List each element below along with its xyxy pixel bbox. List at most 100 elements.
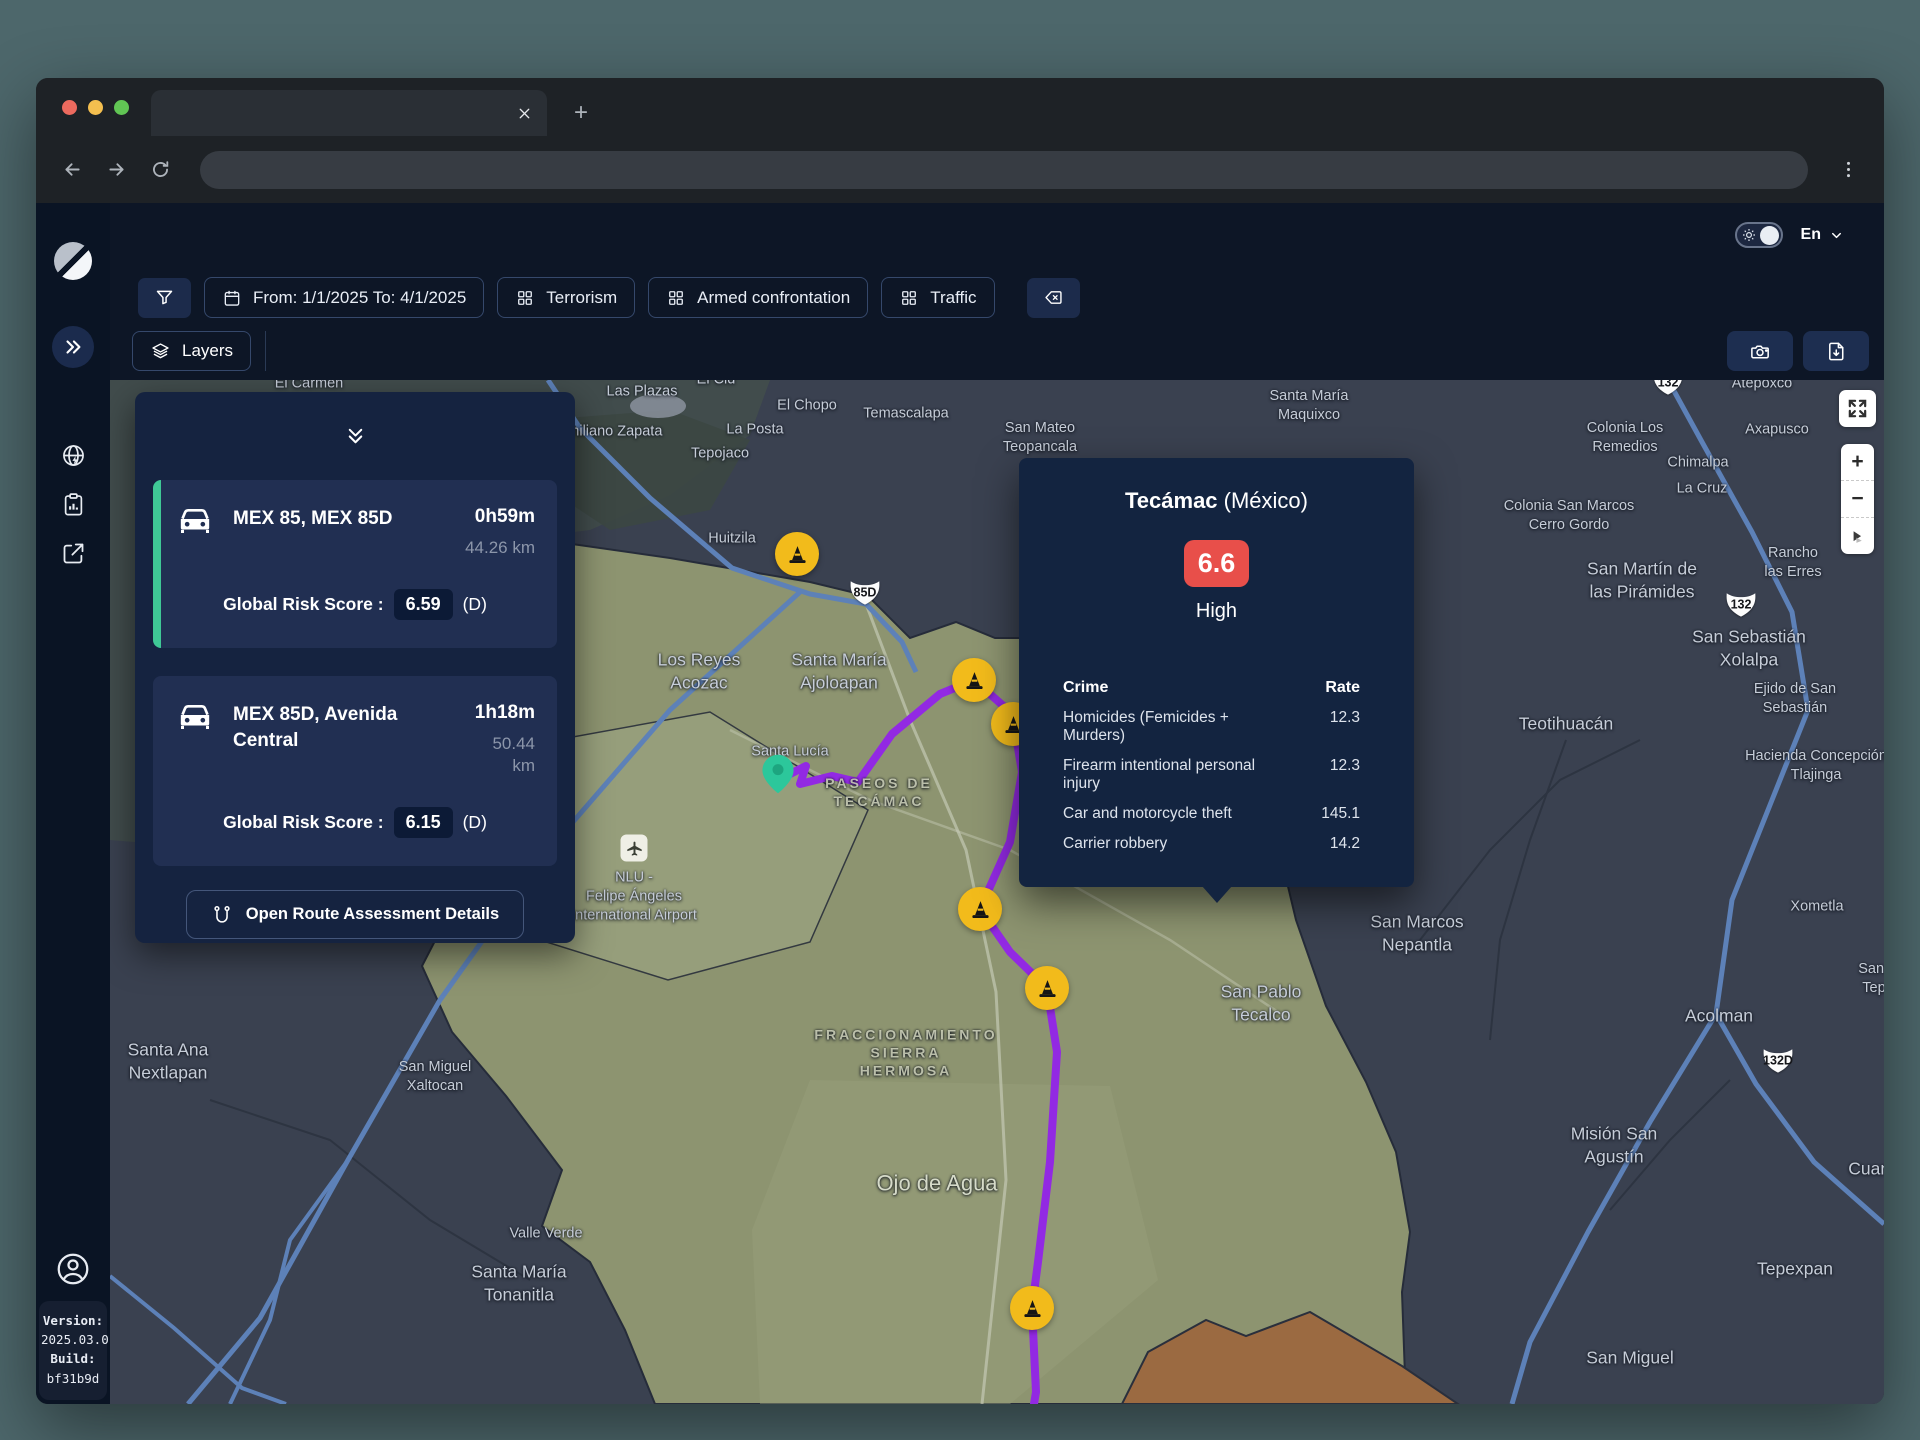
- route-card-selected[interactable]: MEX 85, MEX 85D 0h59m 44.26 km Global Ri…: [153, 480, 557, 648]
- app-sidebar: Version: 2025.03.0 Build: bf31b9d: [36, 203, 110, 1404]
- map-label: San Miguel: [1586, 1347, 1674, 1370]
- map-label: Tepojaco: [691, 445, 749, 464]
- popup-place-name: Tecámac: [1125, 488, 1218, 513]
- chip-label: Armed confrontation: [697, 288, 850, 308]
- layers-button[interactable]: Layers: [132, 331, 251, 371]
- chevron-down-icon: [1829, 228, 1844, 243]
- expand-sidebar-button[interactable]: [52, 326, 94, 368]
- airport-icon: [621, 835, 648, 862]
- zoom-out-button[interactable]: −: [1841, 480, 1874, 517]
- version-value: 2025.03.0: [41, 1332, 109, 1347]
- globe-bolt-icon: [60, 442, 87, 469]
- reload-button[interactable]: [142, 152, 178, 188]
- version-info: Version: 2025.03.0 Build: bf31b9d: [39, 1301, 107, 1401]
- traffic-incident-marker[interactable]: [958, 887, 1002, 931]
- crime-table-row: Car and motorcycle theft145.1: [1063, 805, 1360, 823]
- double-chevron-down-icon: [344, 425, 367, 448]
- traffic-incident-marker[interactable]: [775, 532, 819, 576]
- window-controls[interactable]: [62, 100, 129, 115]
- map-label: Misión San Agustín: [1571, 1122, 1658, 1168]
- map-label: Xometla: [1790, 898, 1843, 917]
- map-canvas[interactable]: El CarmenLas PlazasEl CidEl ChopoTemasca…: [110, 380, 1884, 1404]
- date-range-label: From: 1/1/2025 To: 4/1/2025: [253, 288, 466, 308]
- browser-tab[interactable]: [151, 90, 547, 136]
- sidebar-item-external-link[interactable]: [58, 538, 88, 568]
- selected-route-indicator: [153, 480, 161, 648]
- map-label: San Martín de las Pirámides: [1587, 557, 1697, 603]
- app-header: En: [110, 203, 1884, 267]
- url-field[interactable]: [200, 151, 1808, 189]
- origin-pin[interactable]: [756, 750, 800, 798]
- browser-window: + Vers: [36, 78, 1884, 1404]
- camera-icon: [1749, 340, 1772, 363]
- export-report-button[interactable]: [1803, 331, 1869, 371]
- date-range-chip[interactable]: From: 1/1/2025 To: 4/1/2025: [204, 277, 484, 318]
- zoom-in-button[interactable]: +: [1841, 444, 1874, 480]
- browser-menu-icon[interactable]: [1830, 152, 1866, 188]
- filter-chip-terrorism[interactable]: Terrorism: [497, 277, 635, 318]
- map-label: Ojo de Agua: [876, 1170, 997, 1199]
- map-label: Hacienda Concepción Tlajinga: [1745, 747, 1884, 785]
- risk-level-label: High: [1019, 600, 1414, 623]
- theme-toggle[interactable]: [1735, 222, 1783, 248]
- traffic-incident-marker[interactable]: [1010, 1286, 1054, 1330]
- route-distance: 44.26 km: [465, 537, 535, 559]
- screenshot-button[interactable]: [1727, 331, 1793, 371]
- traffic-incident-marker[interactable]: [952, 658, 996, 702]
- route-assessment-panel: MEX 85, MEX 85D 0h59m 44.26 km Global Ri…: [135, 392, 575, 943]
- highway-shield: 132: [1723, 590, 1759, 623]
- filter-toolbar: From: 1/1/2025 To: 4/1/2025 Terrorism Ar…: [110, 267, 1884, 328]
- traffic-incident-marker[interactable]: [1025, 966, 1069, 1010]
- account-button[interactable]: [55, 1251, 91, 1287]
- clear-filters-button[interactable]: [1027, 278, 1080, 318]
- map-label: Santa María Maquixco: [1270, 387, 1349, 425]
- forward-button[interactable]: [98, 152, 134, 188]
- file-download-icon: [1825, 340, 1848, 363]
- layers-label: Layers: [182, 341, 233, 361]
- back-button[interactable]: [54, 152, 90, 188]
- crime-table-row: Firearm intentional personal injury12.3: [1063, 757, 1360, 793]
- open-route-assessment-button[interactable]: Open Route Assessment Details: [186, 890, 524, 939]
- map-label: Acolman: [1685, 1005, 1753, 1028]
- collapse-panel-button[interactable]: [135, 392, 575, 480]
- route-card-alternative[interactable]: MEX 85D, Avenida Central 1h18m 50.44 km …: [153, 676, 557, 866]
- route-duration: 1h18m: [471, 702, 535, 724]
- sidebar-item-reports[interactable]: [58, 489, 88, 519]
- map-label: Cuana: [1848, 1158, 1884, 1181]
- tilt-control-button[interactable]: [1841, 517, 1874, 554]
- map-label: San Pablo Tecalco: [1221, 980, 1302, 1026]
- map-label: El Cid: [697, 380, 736, 389]
- map-label: Temascalapa: [863, 405, 948, 424]
- crime-column-header: Crime: [1063, 679, 1108, 697]
- language-selector[interactable]: En: [1801, 226, 1844, 244]
- browser-tab-bar: +: [36, 78, 1884, 136]
- risk-score-label: Global Risk Score :: [223, 812, 383, 833]
- map-label: Ejido de San Sebastián: [1754, 680, 1836, 718]
- minimize-window-button[interactable]: [88, 100, 103, 115]
- rate-column-header: Rate: [1296, 679, 1360, 697]
- maximize-window-button[interactable]: [114, 100, 129, 115]
- risk-score-value: 6.15: [394, 807, 453, 838]
- map-label: Rancho las Erres: [1764, 544, 1821, 582]
- map-label: Colonia San Marcos Cerro Gordo: [1504, 497, 1635, 535]
- map-label: NLU - Felipe Ángeles International Airpo…: [571, 869, 697, 926]
- clipboard-chart-icon: [60, 491, 87, 518]
- sidebar-item-global-risk[interactable]: [58, 440, 88, 470]
- map-label: Teotihuacán: [1519, 713, 1613, 736]
- popup-title: Tecámac (México): [1019, 488, 1414, 514]
- new-tab-button[interactable]: +: [564, 96, 598, 130]
- filter-chip-armed-confrontation[interactable]: Armed confrontation: [648, 277, 868, 318]
- map-label: San Miguel Xaltocan: [399, 1058, 472, 1096]
- filter-chip-traffic[interactable]: Traffic: [881, 277, 994, 318]
- close-window-button[interactable]: [62, 100, 77, 115]
- filter-button[interactable]: [138, 278, 191, 318]
- route-name: MEX 85D, Avenida Central: [233, 702, 471, 753]
- version-label: Version:: [41, 1311, 105, 1330]
- map-label: Axapusco: [1745, 421, 1809, 440]
- fullscreen-button[interactable]: [1839, 390, 1876, 427]
- crime-table-row: Homicides (Femicides + Murders)12.3: [1063, 709, 1360, 745]
- risk-grade: (D): [463, 594, 487, 615]
- risk-score-badge: 6.6: [1184, 540, 1250, 587]
- tab-close-icon[interactable]: [516, 105, 533, 122]
- popup-tail: [1202, 886, 1232, 903]
